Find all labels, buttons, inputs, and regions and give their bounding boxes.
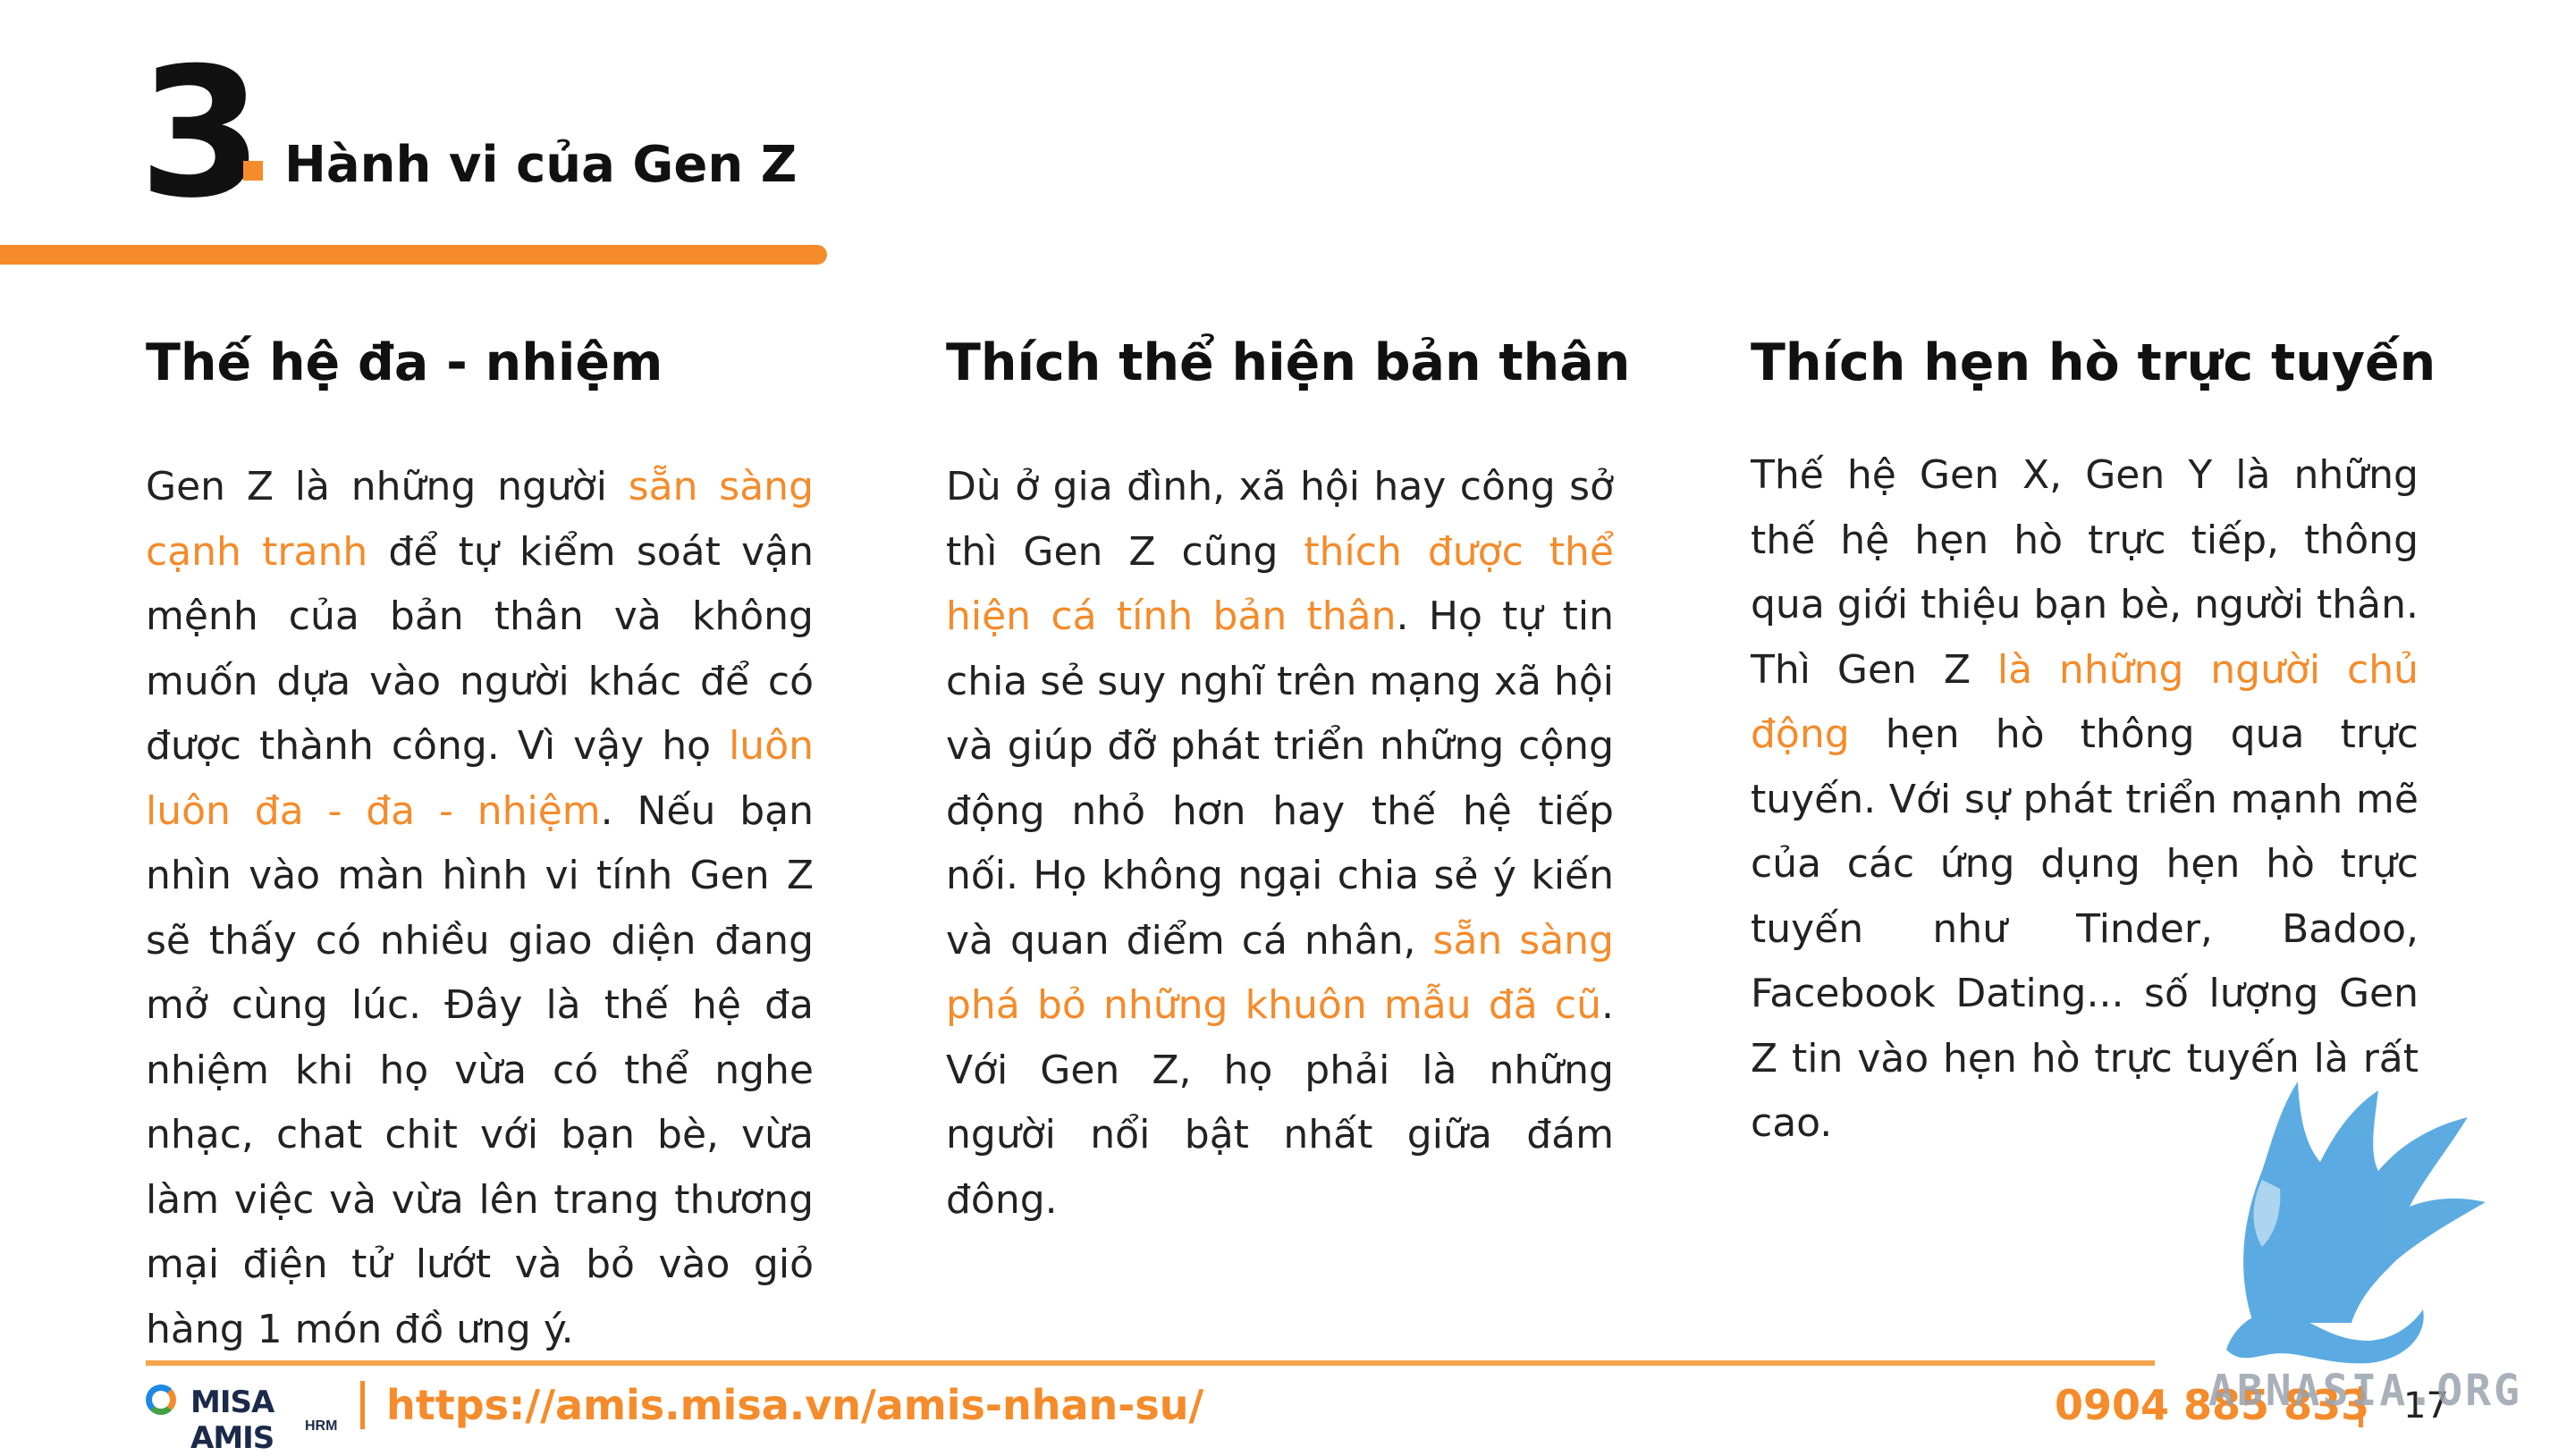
column-body: Dù ở gia đình, xã hội hay công sở thì Ge… — [946, 455, 1614, 1233]
footer-url-link[interactable]: https://amis.misa.vn/amis-nhan-su/ — [386, 1381, 1203, 1429]
griffin-watermark-icon — [2226, 1081, 2486, 1364]
watermark-text: ABNASIA.ORG — [2208, 1366, 2522, 1416]
misa-logo-icon — [146, 1384, 176, 1415]
misa-amis-logo: MISA AMIS HRM — [146, 1381, 342, 1456]
column-multitasking: Thế hệ đa - nhiệm Gen Z là những người s… — [146, 332, 814, 1362]
section-number-dot — [243, 161, 263, 181]
body-text: . Nếu bạn nhìn vào màn hình vi tính Gen … — [146, 787, 814, 1352]
body-text: . Họ tự tin chia sẻ suy nghĩ trên mạng x… — [946, 593, 1615, 964]
column-heading: Thích thể hiện bản thân — [946, 333, 1631, 392]
footer-divider — [146, 1360, 2155, 1366]
column-heading: Thích hẹn hò trực tuyến — [1751, 333, 2436, 392]
footer-separator — [360, 1381, 365, 1429]
column-online-dating: Thích hẹn hò trực tuyến Thế hệ Gen X, Ge… — [1751, 332, 2436, 1157]
column-self-expression: Thích thể hiện bản thân Dù ở gia đình, x… — [946, 332, 1631, 1233]
header-accent-bar — [0, 245, 827, 265]
column-body: Gen Z là những người sẵn sàng cạnh tranh… — [146, 455, 814, 1362]
section-title: Hành vi của Gen Z — [284, 136, 798, 194]
column-body: Thế hệ Gen X, Gen Y là những thế hệ hẹn … — [1751, 443, 2419, 1157]
column-heading: Thế hệ đa - nhiệm — [146, 333, 663, 392]
body-text: Gen Z là những người — [146, 464, 629, 510]
section-number: 3 — [139, 29, 263, 238]
logo-subtext: HRM — [305, 1418, 338, 1434]
